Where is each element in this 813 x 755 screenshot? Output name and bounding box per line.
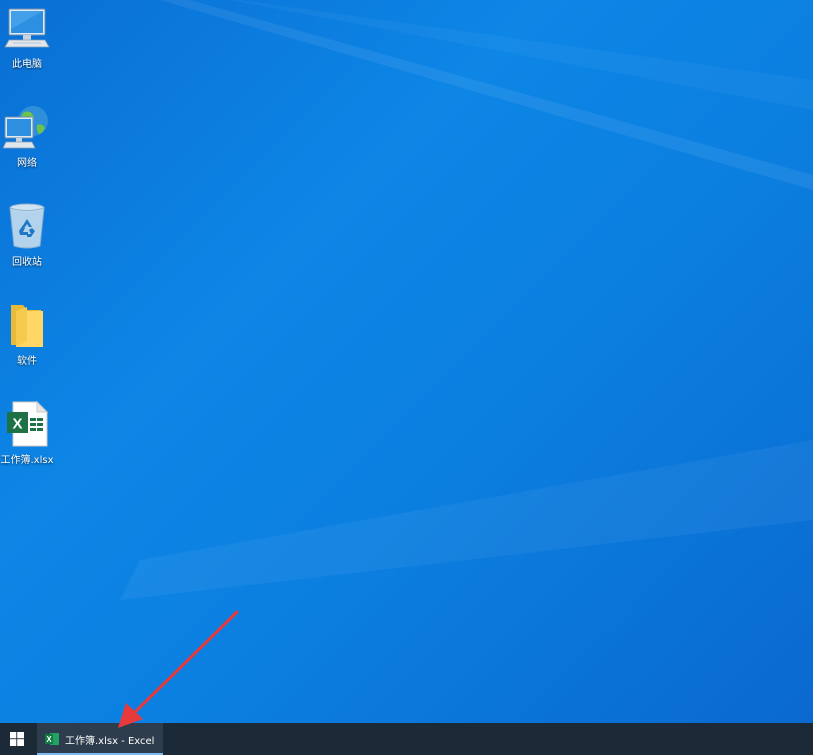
svg-text:X: X xyxy=(46,735,52,744)
taskbar: X 工作簿.xlsx - Excel xyxy=(0,723,813,755)
desktop-icon-label: 此电脑 xyxy=(12,59,42,70)
taskbar-item-excel-workbook[interactable]: X 工作簿.xlsx - Excel xyxy=(37,723,163,755)
svg-text:X: X xyxy=(12,416,22,433)
desktop-icon-label: 软件 xyxy=(17,356,37,367)
computer-icon xyxy=(3,4,51,52)
excel-file-icon: X xyxy=(3,400,51,448)
desktop-icon-this-pc[interactable]: 此电脑 xyxy=(0,4,54,84)
desktop-icon-label: 网络 xyxy=(17,158,37,169)
desktop-icon-recycle-bin[interactable]: 回收站 xyxy=(0,202,54,282)
desktop-icon-software-folder[interactable]: 软件 xyxy=(0,301,54,381)
excel-app-icon: X xyxy=(45,733,59,745)
windows-logo-icon xyxy=(10,732,24,746)
desktop-background: 此电脑 网络 回收站 软件 X 工作簿.xlsx xyxy=(0,0,813,723)
recycle-bin-icon xyxy=(3,202,51,250)
start-button[interactable] xyxy=(0,723,34,755)
desktop-icon-label: 回收站 xyxy=(12,257,42,268)
folder-icon xyxy=(3,301,51,349)
desktop-icon-network[interactable]: 网络 xyxy=(0,103,54,183)
taskbar-item-label: 工作簿.xlsx - Excel xyxy=(65,735,155,747)
network-icon xyxy=(3,103,51,151)
desktop-icon-excel-workbook[interactable]: X 工作簿.xlsx xyxy=(0,400,54,480)
wallpaper-light-rays xyxy=(120,0,813,600)
desktop-icon-label: 工作簿.xlsx xyxy=(0,455,54,466)
